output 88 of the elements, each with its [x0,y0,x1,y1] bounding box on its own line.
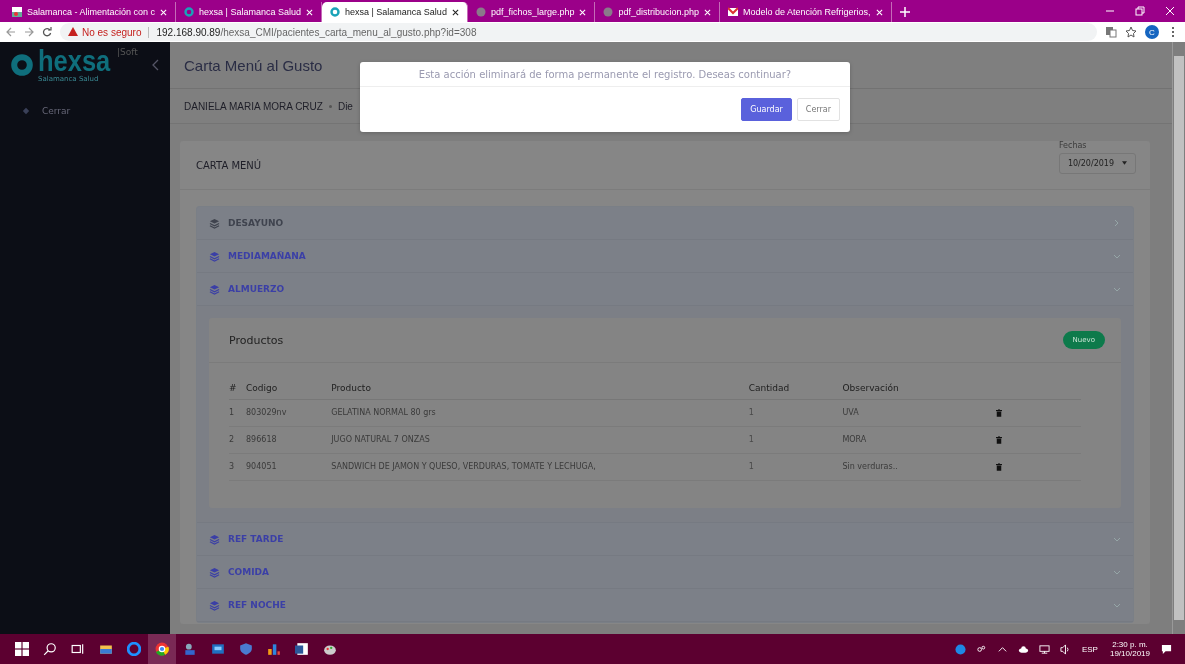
table-cell: Sin verduras.. [842,461,898,471]
mail-icon [728,7,738,17]
page-favicon-icon [12,7,22,17]
table-cell: MORA [842,434,867,444]
table-cell: GELATINA NORMAL 80 grs [331,407,436,417]
profile-avatar[interactable]: C [1145,25,1159,39]
back-icon[interactable] [6,27,16,37]
chevron-down-icon [1113,601,1121,609]
column-header: Producto [331,383,371,393]
meal-label: REF TARDE [228,534,285,544]
tab-title: Modelo de Atención Refrigerios, [743,7,871,17]
globe-icon [603,7,614,17]
table-cell: 803029nv [246,407,287,417]
table-cell: 896618 [246,434,277,444]
sidebar-item[interactable]: Cerrar [0,88,170,134]
date-label: Fechas [1058,140,1088,150]
table-cell: 3 [229,461,235,471]
panel-title: Productos [229,333,284,347]
table-cell: UVA [842,407,859,417]
close-button[interactable]: Cerrar [796,98,840,121]
patient-detail: Die [337,100,353,112]
address-field[interactable]: No es seguro 192.168.90.89/hexsa_CMI/pacientes_carta_menu_al_gusto.php?id=308 [60,23,1097,41]
forward-icon[interactable] [24,27,34,37]
table-cell: JUGO NATURAL 7 ONZAS [331,434,430,444]
url-text: 192.168.90.89/hexsa_CMI/pacientes_carta_menu_al_gusto.php?id=308 [156,26,477,38]
close-icon[interactable] [451,8,459,16]
column-header: Observación [842,383,899,393]
layers-icon [209,217,220,229]
table-cell: 2 [229,434,235,444]
layers-icon [209,599,220,611]
table-cell: 1 [748,434,754,444]
table-cell: 1 [229,407,235,417]
logo-text: hexsa [38,47,111,75]
save-button[interactable]: Guardar [741,98,792,121]
security-label: No es seguro [82,26,142,38]
layers-icon [209,250,220,262]
chevron-down-icon [1113,285,1121,293]
scrollbar[interactable] [1172,42,1185,634]
translate-icon[interactable] [1105,26,1117,38]
logo-ring-icon [10,53,34,77]
language-indicator[interactable]: ESP [1075,644,1104,654]
column-header: Codigo [246,383,278,393]
layers-icon [209,566,220,578]
tab-title: pdf_fichos_large.php [490,7,575,17]
clock[interactable]: 2:30 p. m. 19/10/2019 [1103,640,1156,658]
dialog-message: Esta acción eliminará de forma permanente el registro. Deseas continuar? [360,62,850,87]
reload-icon[interactable] [42,27,52,37]
trash-icon[interactable] [995,436,1002,444]
trash-icon[interactable] [995,409,1002,417]
new-tab-icon[interactable] [899,7,910,17]
meal-label: REF NOCHE [228,600,287,610]
globe-icon [475,7,486,17]
layers-icon [209,533,220,545]
card-title: CARTA MENÚ [196,159,262,171]
meal-label: COMIDA [228,567,270,577]
patient-name: DANIELA MARIA MORA CRUZ [184,100,323,112]
tab-title: hexsa | Salamanca Salud [199,7,301,17]
chrome-browser-icon[interactable] [148,634,176,664]
meal-label: MEDIAMAÑANA [228,251,307,261]
table-cell: 1 [748,461,754,471]
restore-icon[interactable] [1135,6,1145,16]
tab-title: Salamanca - Alimentación con c [27,7,156,17]
tab-title: pdf_distribucion.php [618,7,699,17]
warning-icon [68,27,78,37]
meal-label: ALMUERZO [228,284,286,294]
column-header: # [229,383,237,393]
layers-icon [209,283,220,295]
chevron-down-icon [1113,252,1121,260]
page-title: Carta Menú al Gusto [184,56,323,74]
star-icon[interactable] [1125,26,1137,38]
tab-title: hexsa | Salamanca Salud [345,7,447,17]
chevron-right-icon [1113,219,1121,227]
table-cell: 1 [748,407,754,417]
column-header: Cantidad [748,383,790,393]
table-cell: 904051 [246,461,277,471]
chevron-down-icon [1113,535,1121,543]
logo-suffix: |Soft [117,47,138,57]
meal-label: DESAYUNO [228,218,285,228]
ring-favicon-icon [330,7,340,17]
chevron-down-icon [1113,568,1121,576]
chevron-left-icon[interactable] [152,59,160,71]
table-cell: SANDWICH DE JAMON Y QUESO, VERDURAS, TOMATE Y LECHUGA, [331,461,596,471]
ring-favicon-icon [184,7,195,17]
caret-icon [1122,161,1127,165]
date-select[interactable]: 10/20/2019 [1058,152,1136,174]
browser-tab[interactable]: hexsa | Salamanca Salud [322,2,468,22]
diamond-icon [22,107,30,115]
trash-icon[interactable] [995,463,1002,471]
